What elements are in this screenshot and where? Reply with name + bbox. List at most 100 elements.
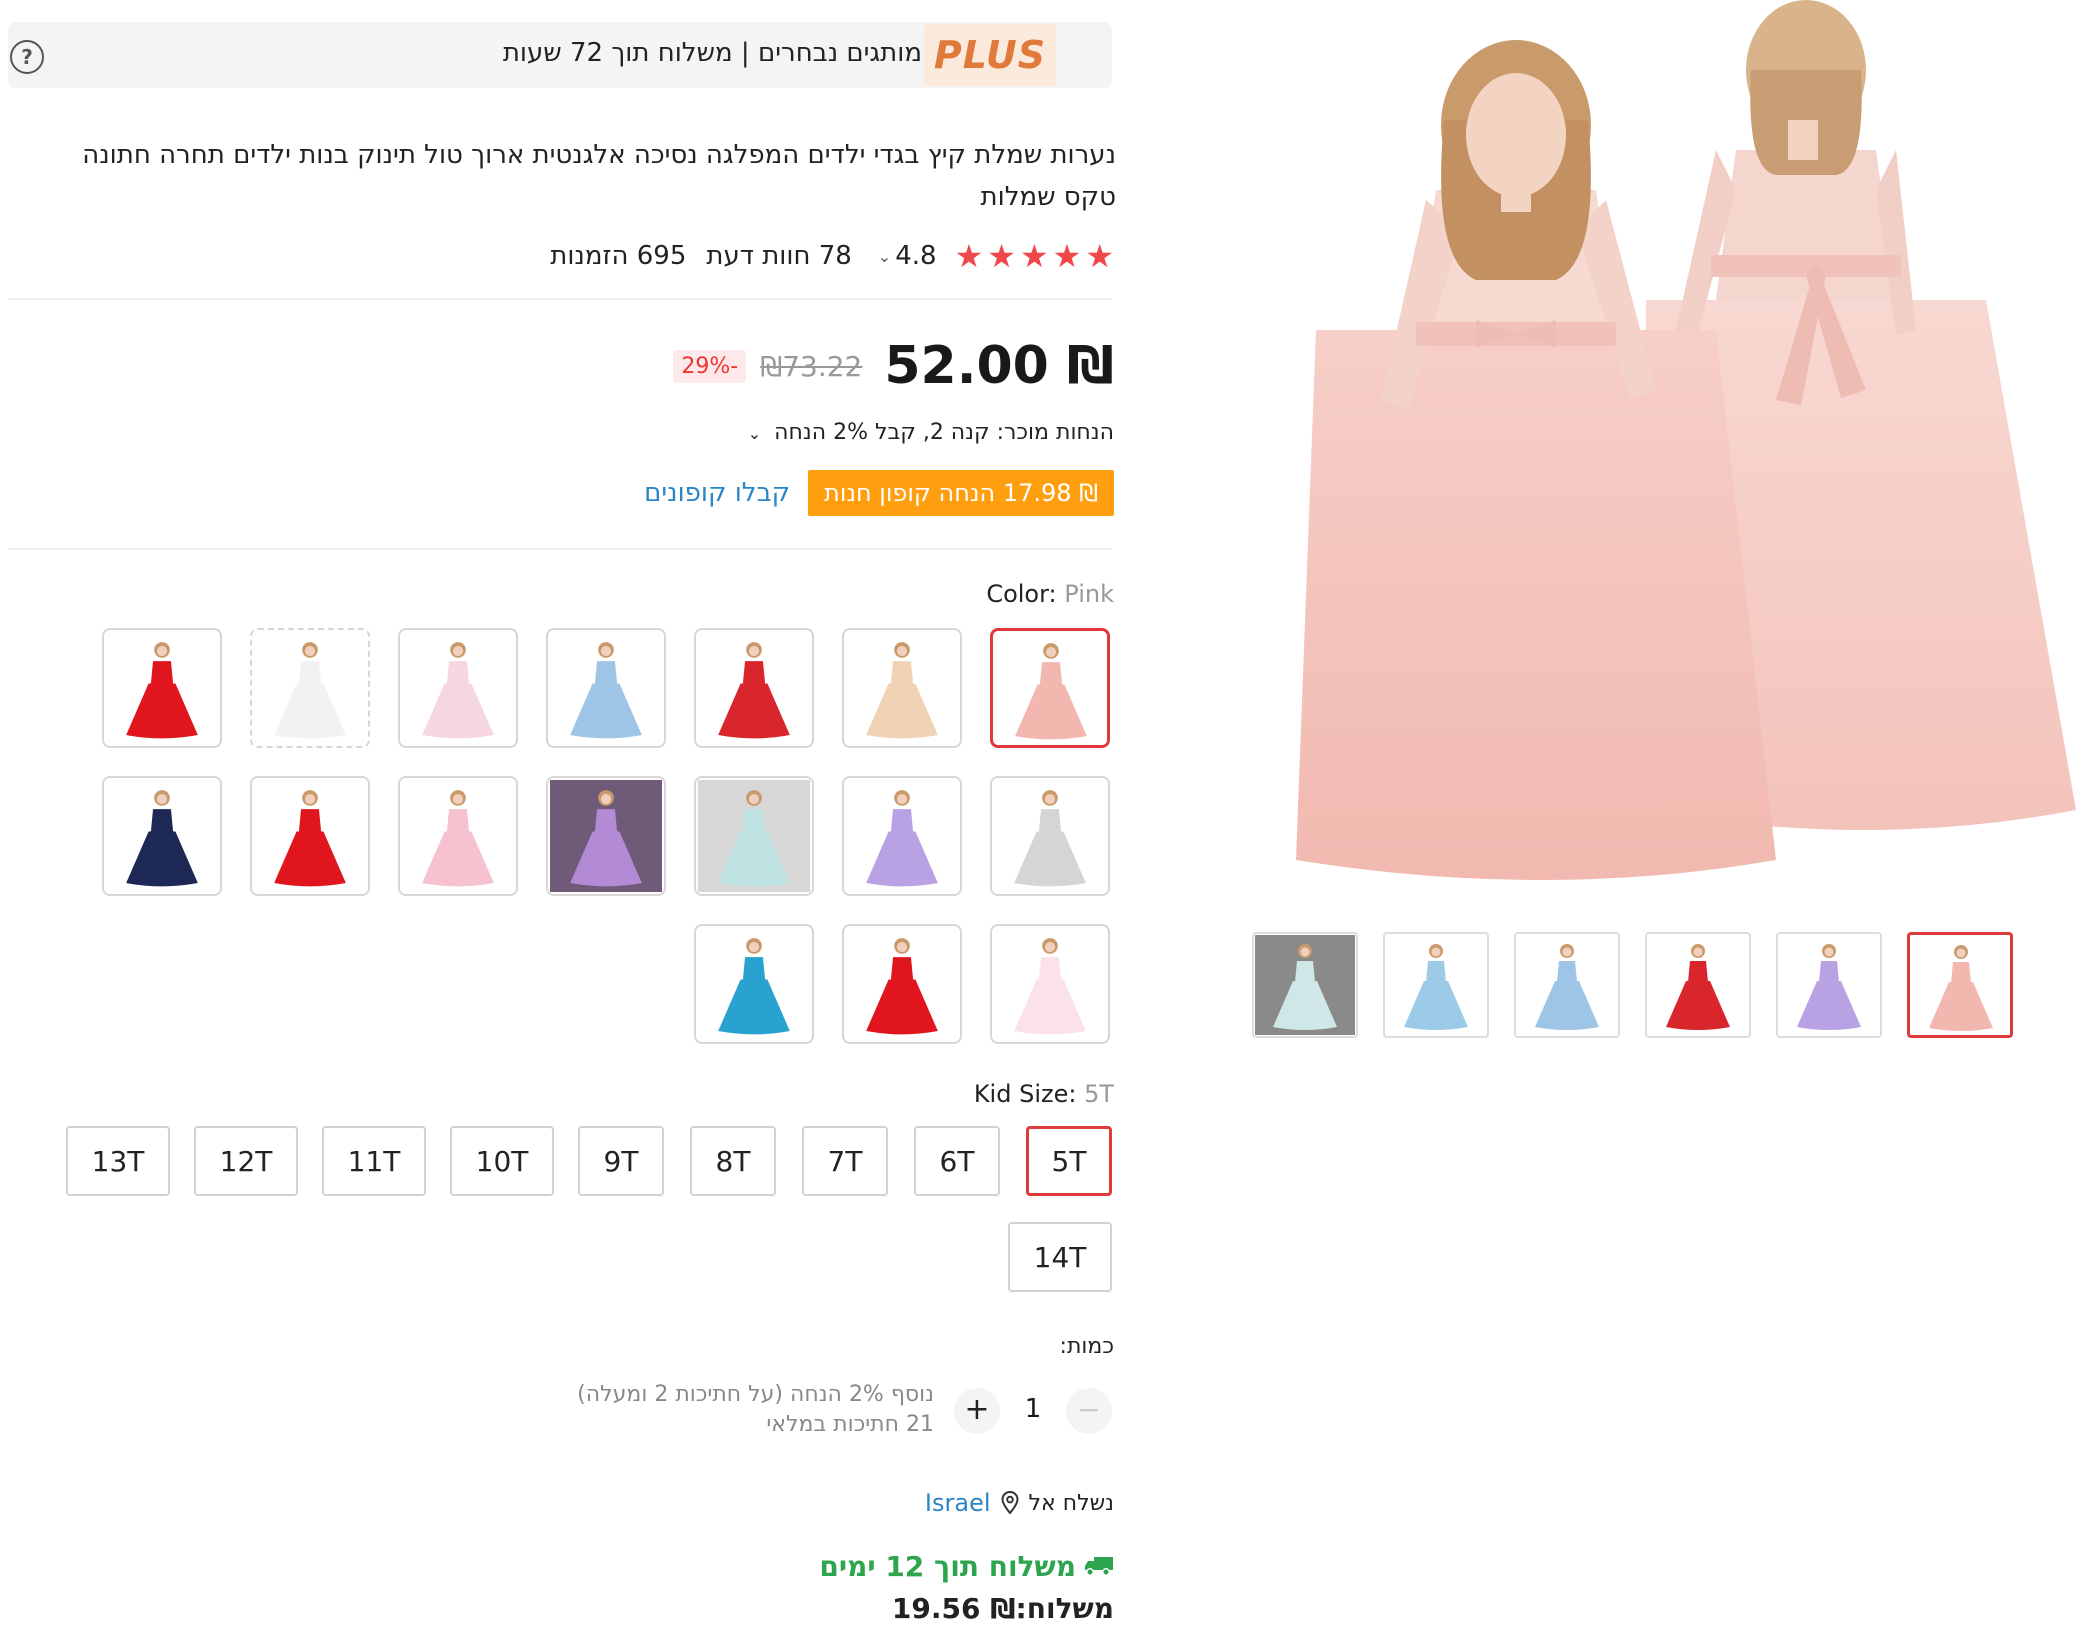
rating-row: ★ ★ ★ ★ ★ 4.8 ⌄ 78 חוות דעת 695 הזמנות xyxy=(550,236,1114,276)
stock-note: 21 חתיכות במלאי xyxy=(766,1412,934,1437)
gallery-thumb-pink-dress[interactable] xyxy=(1907,932,2013,1038)
dress-image xyxy=(106,780,218,892)
gallery-thumb-blue-dress[interactable] xyxy=(1514,932,1620,1038)
discount-badge: -29% xyxy=(673,349,747,383)
size-label: Kid Size: 5T xyxy=(974,1080,1114,1108)
dress-image xyxy=(1386,935,1486,1035)
color-swatch-red-sleeveless[interactable] xyxy=(250,776,370,896)
gallery-thumb-mint-photo[interactable] xyxy=(1252,932,1358,1038)
size-option-7t[interactable]: 7T xyxy=(802,1126,888,1196)
dress-image xyxy=(846,780,958,892)
color-swatch-light-pink[interactable] xyxy=(398,628,518,748)
star-icon: ★ xyxy=(987,237,1016,275)
ship-to-country[interactable]: Israel xyxy=(925,1489,991,1517)
size-option-5t[interactable]: 5T xyxy=(1026,1126,1112,1196)
color-swatch-lavender-photo[interactable] xyxy=(546,776,666,896)
coupon-row: ₪ 17.98 הנחה קופון חנות קבלו קופונים xyxy=(644,470,1114,516)
dress-image xyxy=(550,780,662,892)
color-selected-value: Pink xyxy=(1064,580,1114,608)
size-option-14t[interactable]: 14T xyxy=(1008,1222,1112,1292)
color-swatch-champagne[interactable] xyxy=(842,628,962,748)
size-option-11t[interactable]: 11T xyxy=(322,1126,426,1196)
color-swatch-grey[interactable] xyxy=(990,776,1110,896)
star-icon: ★ xyxy=(1019,237,1049,275)
dress-image xyxy=(254,632,366,744)
dress-image xyxy=(846,632,958,744)
main-product-image[interactable] xyxy=(1176,0,2096,900)
chevron-down-icon: ⌄ xyxy=(747,424,762,443)
plus-logo: PLUS xyxy=(924,24,1056,86)
dress-image xyxy=(550,632,662,744)
rating-value[interactable]: 4.8 xyxy=(895,241,936,271)
gallery-thumb-three-girls[interactable] xyxy=(1383,932,1489,1038)
color-swatch-pink[interactable] xyxy=(990,628,1110,748)
divider xyxy=(8,298,1112,300)
color-swatch-red-long-sleeve[interactable] xyxy=(694,628,814,748)
size-option-13t[interactable]: 13T xyxy=(66,1126,170,1196)
seller-discount[interactable]: הנחות מוכר: קנה 2, קבל 2% הנחה ⌄ xyxy=(748,420,1114,445)
dress-image xyxy=(106,632,218,744)
gallery-thumb-purple-dress[interactable] xyxy=(1776,932,1882,1038)
current-price: ₪ 52.00 xyxy=(884,336,1114,396)
dress-image xyxy=(846,928,958,1040)
color-swatch-sky-blue[interactable] xyxy=(546,628,666,748)
quantity-note: נוסף 2% הנחה (על חתיכות 2 ומעלה) 21 חתיכ… xyxy=(577,1380,934,1440)
dress-image xyxy=(698,928,810,1040)
size-label-text: Kid Size: xyxy=(973,1080,1085,1108)
quantity-label: כמות: xyxy=(1059,1334,1114,1359)
dress-image xyxy=(698,780,810,892)
plus-banner[interactable]: PLUS מותגים נבחרים | משלוח תוך 72 שעות ? xyxy=(8,22,1112,88)
color-swatch-navy[interactable] xyxy=(102,776,222,896)
chevron-down-icon[interactable]: ⌄ xyxy=(878,247,891,266)
dress-image xyxy=(698,632,810,744)
original-price: ₪73.22 xyxy=(760,349,863,383)
bulk-discount-note: נוסף 2% הנחה (על חתיכות 2 ומעלה) xyxy=(577,1382,934,1407)
color-swatch-white[interactable] xyxy=(250,628,370,748)
size-option-10t[interactable]: 10T xyxy=(450,1126,554,1196)
location-pin-icon xyxy=(1001,1491,1019,1515)
get-coupons-link[interactable]: קבלו קופונים xyxy=(644,478,790,508)
color-swatch-baby-pink[interactable] xyxy=(398,776,518,896)
color-swatch-purple[interactable] xyxy=(842,776,962,896)
divider xyxy=(8,548,1112,550)
color-label: Color: Pink xyxy=(986,580,1114,608)
dress-image xyxy=(1911,936,2010,1035)
store-coupon-badge[interactable]: ₪ 17.98 הנחה קופון חנות xyxy=(808,470,1114,516)
delivery-estimate: משלוח תוך 12 ימים xyxy=(819,1546,1114,1586)
front-view-girl xyxy=(1296,40,1776,880)
dress-image xyxy=(402,632,514,744)
color-swatch-white-pink[interactable] xyxy=(990,924,1110,1044)
dress-image xyxy=(254,780,366,892)
size-option-6t[interactable]: 6T xyxy=(914,1126,1000,1196)
color-label-text: Color: xyxy=(986,580,1065,608)
dress-image xyxy=(994,928,1106,1040)
quantity-decrease-button[interactable]: − xyxy=(1066,1388,1112,1434)
reviews-count[interactable]: 78 חוות דעת xyxy=(706,241,851,271)
main-dress-illustration xyxy=(1296,0,2076,880)
size-option-8t[interactable]: 8T xyxy=(690,1126,776,1196)
help-icon[interactable]: ? xyxy=(10,40,44,74)
color-swatch-mint[interactable] xyxy=(694,776,814,896)
plus-banner-text: מותגים נבחרים | משלוח תוך 72 שעות xyxy=(502,38,922,68)
dress-image xyxy=(1255,935,1355,1035)
product-title: נערות שמלת קיץ בגדי ילדים המפלגה נסיכה א… xyxy=(82,140,1116,212)
dress-image xyxy=(994,780,1106,892)
shipping-cost: משלוח:₪ 19.56 xyxy=(891,1592,1114,1625)
quantity-increase-button[interactable]: + xyxy=(954,1388,1000,1434)
dress-image xyxy=(1648,935,1748,1035)
star-icon: ★ xyxy=(954,237,984,275)
color-swatch-red[interactable] xyxy=(102,628,222,748)
price-row: ₪ 52.00 ₪73.22 -29% xyxy=(673,334,1114,398)
seller-discount-text: הנחות מוכר: קנה 2, קבל 2% הנחה xyxy=(774,420,1114,445)
size-option-9t[interactable]: 9T xyxy=(578,1126,664,1196)
dress-image xyxy=(1517,935,1617,1035)
truck-icon xyxy=(1085,1557,1113,1576)
dress-image xyxy=(995,633,1107,745)
color-swatch-turquoise[interactable] xyxy=(694,924,814,1044)
star-icon: ★ xyxy=(1052,237,1082,275)
color-swatch-red-v[interactable] xyxy=(842,924,962,1044)
ship-to-row[interactable]: נשלח אל Israel xyxy=(925,1486,1114,1520)
quantity-value[interactable]: 1 xyxy=(1018,1394,1048,1424)
gallery-thumb-red-dress[interactable] xyxy=(1645,932,1751,1038)
size-option-12t[interactable]: 12T xyxy=(194,1126,298,1196)
